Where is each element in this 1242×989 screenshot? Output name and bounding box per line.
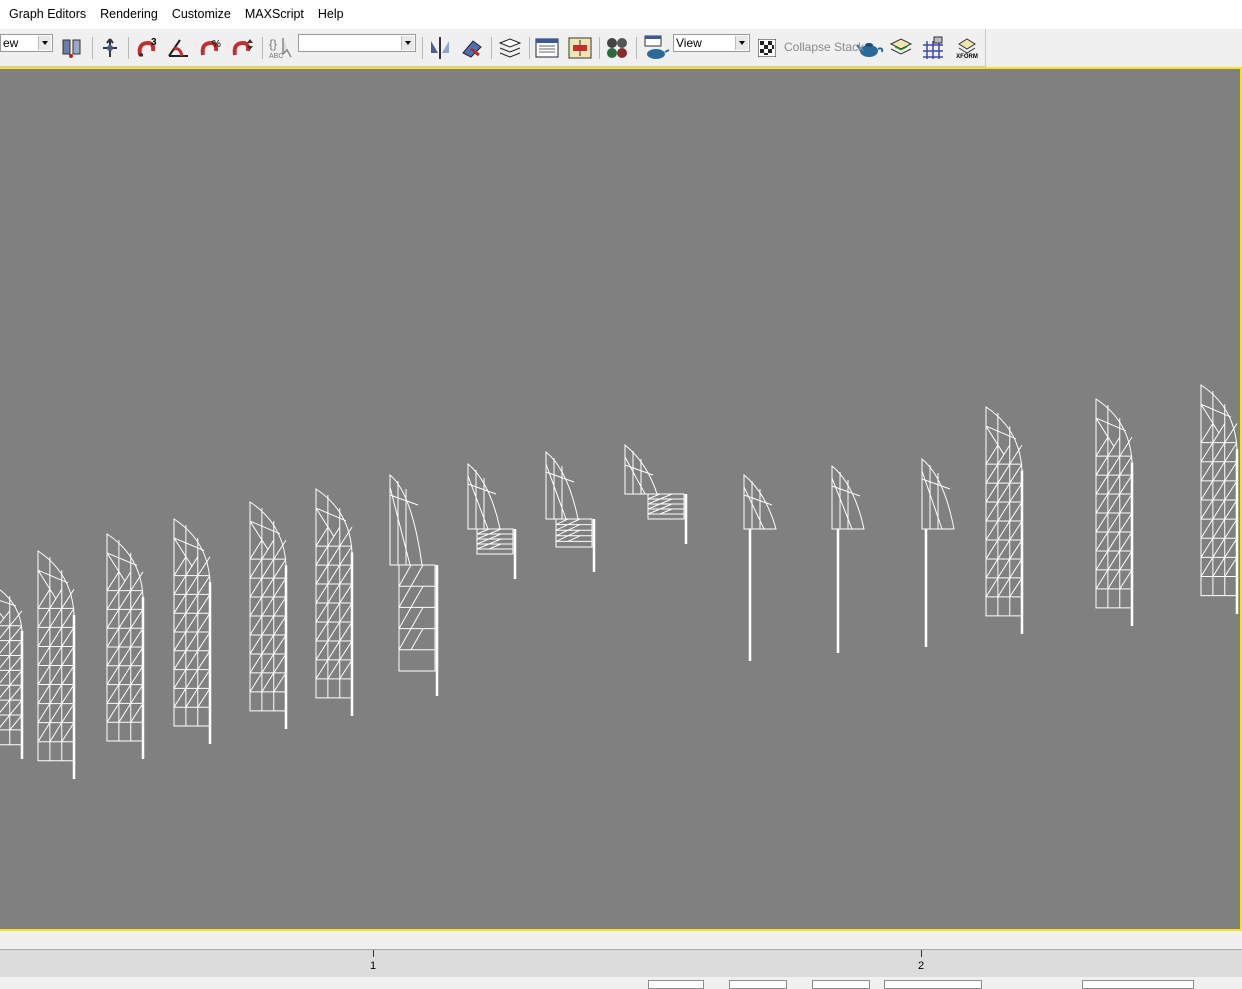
flag-mesh[interactable] xyxy=(1095,398,1134,626)
coord-x-field[interactable] xyxy=(648,980,704,989)
flag-mesh[interactable] xyxy=(985,406,1024,634)
toolbar-separator xyxy=(636,37,637,59)
grid-field xyxy=(884,980,982,989)
chevron-down-icon[interactable] xyxy=(401,36,414,50)
percent-snap-icon[interactable]: % xyxy=(198,35,224,61)
flag-mesh[interactable] xyxy=(37,550,76,779)
select-move-icon[interactable] xyxy=(98,36,122,60)
toolbar-separator xyxy=(92,37,93,59)
align-icon[interactable] xyxy=(459,35,485,61)
chevron-down-icon[interactable] xyxy=(38,36,51,50)
timeline-tick-label: 1 xyxy=(370,960,377,972)
layer-stack-icon[interactable] xyxy=(888,35,914,61)
checker-icon[interactable] xyxy=(757,38,777,58)
toolbar-separator xyxy=(422,37,423,59)
flag-mesh[interactable] xyxy=(315,488,354,716)
chevron-down-icon[interactable] xyxy=(735,36,748,50)
spinner-snap-icon[interactable] xyxy=(230,35,256,61)
selection-filter-dropdown[interactable]: ew xyxy=(0,34,53,52)
timeline-tick xyxy=(373,950,374,957)
grid-icon[interactable] xyxy=(920,35,946,61)
svg-text:ABC: ABC xyxy=(269,53,283,60)
perspective-viewport[interactable] xyxy=(0,67,1242,931)
toolbar-separator xyxy=(262,37,263,59)
svg-text:{}: {} xyxy=(269,37,277,51)
flag-mesh[interactable] xyxy=(249,501,288,729)
toolbar-separator xyxy=(491,37,492,59)
flag-mesh[interactable] xyxy=(743,473,777,661)
timeline-tick xyxy=(921,950,922,957)
collapse-stack-button[interactable]: Collapse Stack xyxy=(784,40,864,54)
select-filter-icon[interactable] xyxy=(60,36,84,60)
flag-mesh[interactable] xyxy=(389,473,439,696)
named-selection-dropdown[interactable] xyxy=(298,34,416,52)
xform-label: XFORM xyxy=(956,53,978,60)
time-slider-track[interactable]: 1 2 xyxy=(0,949,1242,978)
angle-snap-icon[interactable] xyxy=(166,35,192,61)
toolbar-separator xyxy=(529,37,530,59)
toolbar-separator xyxy=(599,37,600,59)
menu-customize[interactable]: Customize xyxy=(165,0,238,29)
timeline-tick-label: 2 xyxy=(918,960,925,972)
selection-set-field[interactable] xyxy=(1082,980,1194,989)
selection-filter-value: ew xyxy=(3,36,19,50)
flag-mesh[interactable] xyxy=(624,443,688,544)
svg-text:3: 3 xyxy=(151,37,157,48)
reference-coord-value: View xyxy=(676,36,702,50)
status-bar xyxy=(0,977,1242,989)
render-setup-icon[interactable] xyxy=(641,34,671,62)
coord-z-field[interactable] xyxy=(812,980,870,989)
snap-3d-icon[interactable]: 3 xyxy=(134,35,160,61)
coord-y-field[interactable] xyxy=(729,980,787,989)
curve-editor-icon[interactable] xyxy=(534,35,560,61)
svg-text:%: % xyxy=(212,39,221,50)
xform-icon[interactable]: XFORM xyxy=(952,33,982,63)
toolbar-separator xyxy=(128,37,129,59)
flag-mesh[interactable] xyxy=(106,533,145,759)
menu-graph-editors[interactable]: Graph Editors xyxy=(0,0,93,29)
menu-help[interactable]: Help xyxy=(311,0,351,29)
reference-coord-dropdown[interactable]: View xyxy=(673,34,750,52)
flag-mesh[interactable] xyxy=(0,581,24,759)
layers-icon[interactable] xyxy=(497,35,523,61)
edit-named-selection-icon[interactable]: {} ABC xyxy=(266,35,296,61)
menu-maxscript[interactable]: MAXScript xyxy=(238,0,311,29)
menu-rendering[interactable]: Rendering xyxy=(93,0,165,29)
flag-mesh[interactable] xyxy=(467,462,517,579)
material-editor-icon[interactable] xyxy=(604,35,630,61)
viewport-canvas[interactable] xyxy=(0,69,1240,929)
flag-mesh[interactable] xyxy=(173,518,212,744)
mirror-icon[interactable] xyxy=(427,35,453,61)
flag-mesh[interactable] xyxy=(831,464,865,653)
flag-mesh[interactable] xyxy=(1200,384,1239,614)
schematic-view-icon[interactable] xyxy=(567,35,593,61)
menu-bar: Graph Editors Rendering Customize MAXScr… xyxy=(0,0,1242,29)
flag-mesh[interactable] xyxy=(921,457,955,647)
flag-mesh[interactable] xyxy=(545,450,596,572)
